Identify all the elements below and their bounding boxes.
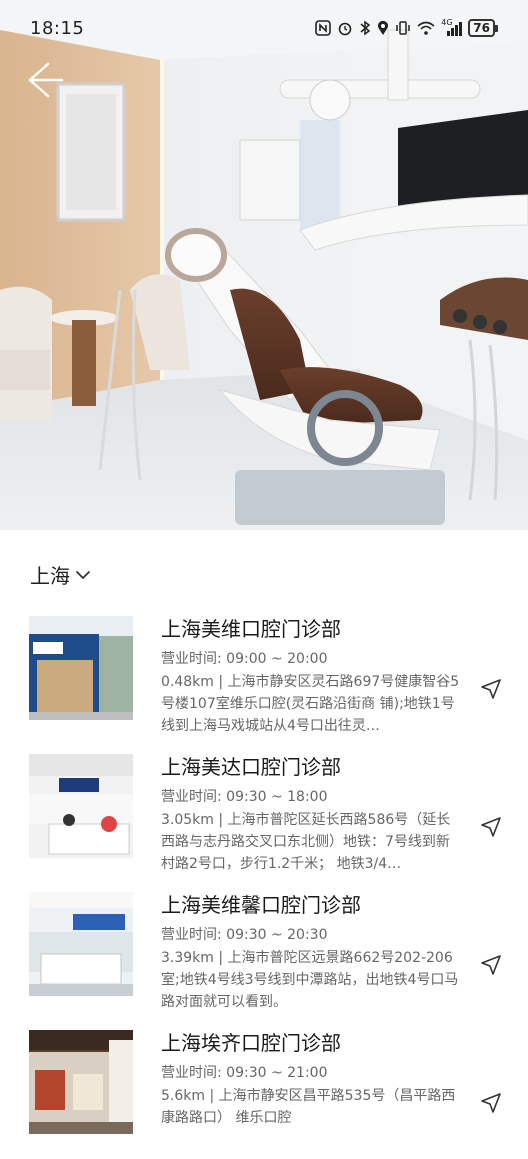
list-item[interactable]: 上海美维口腔门诊部 营业时间: 09:00 ~ 20:00 0.48km | 上… [0, 610, 528, 748]
clinic-name: 上海美维口腔门诊部 [161, 617, 341, 641]
clinic-address: 5.6km | 上海市静安区昌平路535号（昌平路西康路路口） 维乐口腔 [161, 1088, 456, 1126]
network-type-label: 4G [441, 18, 453, 27]
clinic-hours: 营业时间: 09:00 ~ 20:00 [161, 651, 328, 667]
clinic-hours: 营业时间: 09:30 ~ 18:00 [161, 789, 328, 805]
status-bar: 18:15 4G 76 [0, 0, 528, 56]
list-item[interactable]: 上海美维馨口腔门诊部 营业时间: 09:30 ~ 20:30 3.39km | … [0, 886, 528, 1024]
clinic-name: 上海埃齐口腔门诊部 [161, 1031, 341, 1055]
clinic-address: 3.39km | 上海市普陀区远景路662号202-206室;地铁4号线3号线到… [161, 950, 459, 1010]
list-item[interactable]: 上海美达口腔门诊部 营业时间: 09:30 ~ 18:00 3.05km | 上… [0, 748, 528, 886]
clinic-name: 上海美维馨口腔门诊部 [161, 893, 361, 917]
navigation-arrow-icon [481, 679, 501, 699]
bluetooth-icon [360, 20, 371, 36]
chevron-down-icon [76, 570, 90, 579]
navigation-arrow-icon [481, 1093, 501, 1113]
navigate-button[interactable] [480, 678, 502, 700]
nfc-icon [315, 20, 332, 36]
navigate-button[interactable] [480, 1092, 502, 1114]
hero-image [0, 0, 528, 530]
navigate-button[interactable] [480, 954, 502, 976]
clinic-address: 3.05km | 上海市普陀区延长西路586号（延长西路与志丹路交叉口东北侧）地… [161, 812, 451, 872]
location-icon [378, 20, 389, 35]
city-selector[interactable]: 上海 [30, 560, 92, 589]
clinic-thumbnail [29, 616, 133, 720]
arrow-left-icon [28, 62, 64, 98]
navigation-arrow-icon [481, 817, 501, 837]
clinic-thumbnail [29, 754, 133, 858]
clinic-thumbnail [29, 892, 133, 996]
status-time: 18:15 [30, 17, 85, 39]
battery-icon: 76 [468, 19, 498, 37]
signal-icon: 4G [441, 18, 463, 36]
vibrate-icon [396, 21, 411, 35]
alarm-icon [338, 22, 352, 36]
navigate-button[interactable] [480, 816, 502, 838]
clinic-hours: 营业时间: 09:30 ~ 20:30 [161, 927, 328, 943]
clinic-thumbnail [29, 1030, 133, 1134]
clinic-hours: 营业时间: 09:30 ~ 21:00 [161, 1065, 328, 1081]
clinic-name: 上海美达口腔门诊部 [161, 755, 341, 779]
back-button[interactable] [26, 60, 66, 100]
wifi-icon [417, 21, 435, 35]
city-label: 上海 [30, 564, 70, 588]
list-item[interactable]: 上海埃齐口腔门诊部 营业时间: 09:30 ~ 21:00 5.6km | 上海… [0, 1024, 528, 1159]
clinic-list: 上海美维口腔门诊部 营业时间: 09:00 ~ 20:00 0.48km | 上… [0, 610, 528, 1159]
battery-level: 76 [468, 19, 495, 37]
clinic-address: 0.48km | 上海市静安区灵石路697号健康智谷5号楼107室维乐口腔(灵石… [161, 674, 460, 734]
status-icons: 4G 76 [315, 18, 498, 37]
navigation-arrow-icon [481, 955, 501, 975]
